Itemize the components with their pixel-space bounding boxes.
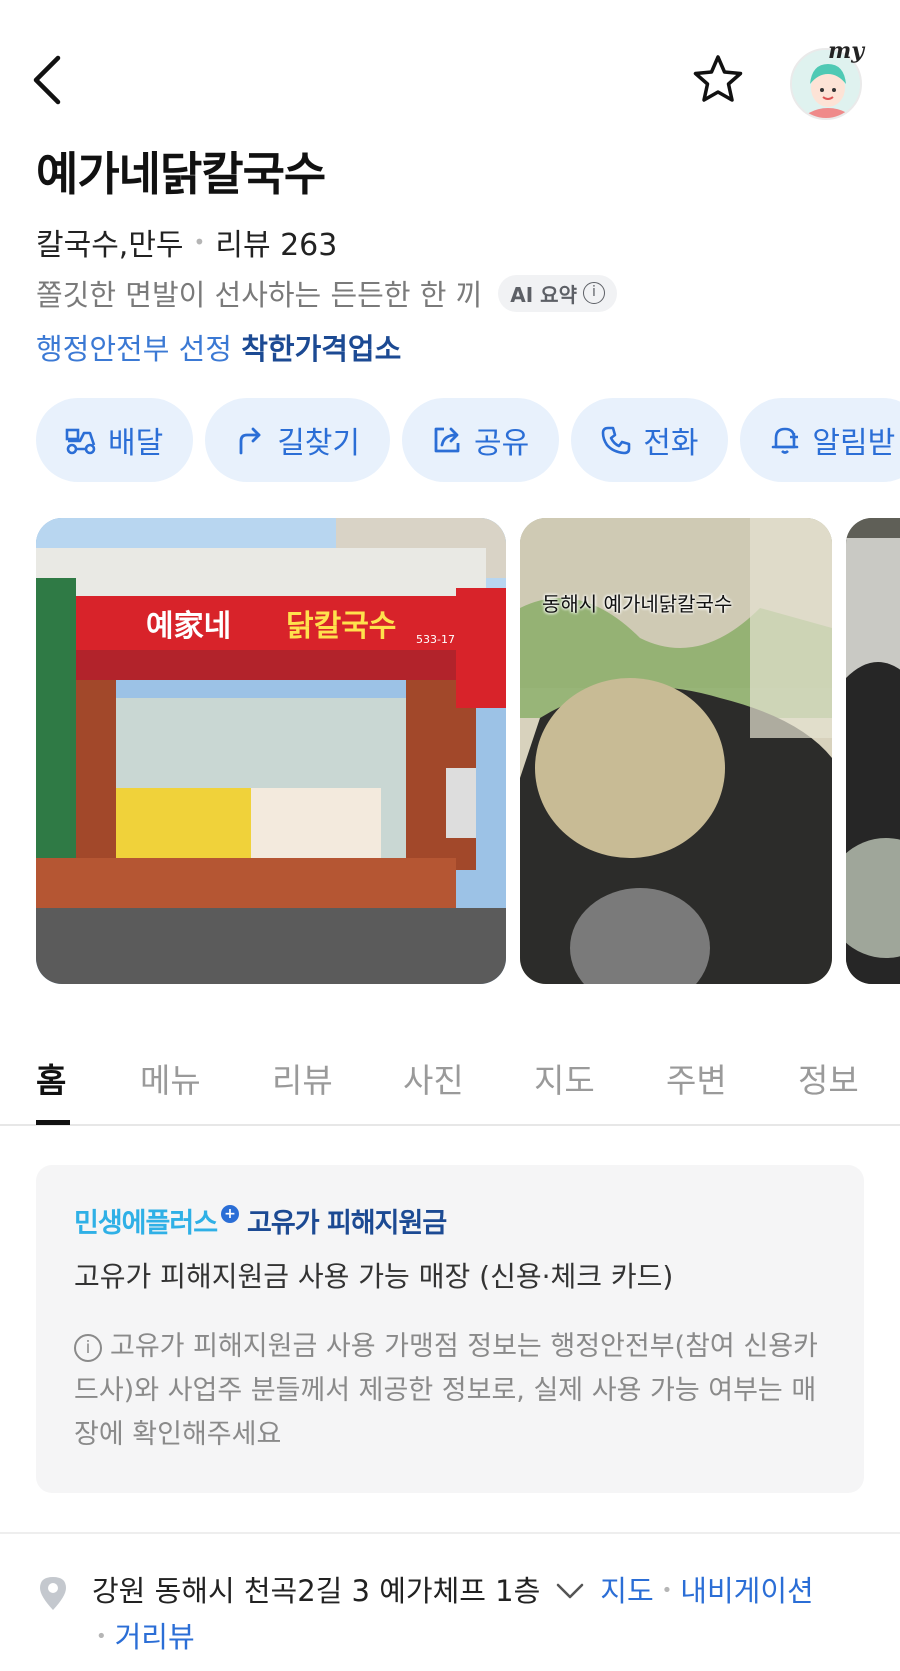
tab-nearby[interactable]: 주변: [666, 1054, 727, 1102]
call-button[interactable]: 전화: [571, 398, 729, 482]
section-divider: [0, 1532, 900, 1534]
delivery-button[interactable]: 배달: [36, 398, 194, 482]
tab-bar: 홈 메뉴 리뷰 사진 지도 주변 정보: [0, 1040, 900, 1126]
info-icon: i: [582, 282, 605, 304]
directions-icon: [239, 427, 261, 455]
delivery-icon: [65, 428, 96, 455]
chevron-down-icon[interactable]: [550, 1576, 590, 1606]
food-photo[interactable]: 동해시 예가네닭칼국수: [520, 518, 832, 984]
notice-brand: 민생에플러스 + 고유가 피해지원금: [74, 1201, 447, 1240]
brand-secondary: 고유가 피해지원금: [247, 1208, 447, 1239]
notify-button[interactable]: 알림받: [740, 398, 900, 482]
tab-home[interactable]: 홈: [36, 1054, 66, 1102]
ai-summary: 쫄깃한 면발이 선사하는 든든한 한 끼 AI 요약 i: [36, 272, 617, 314]
top-bar: my: [0, 0, 900, 150]
separator-dot: •: [96, 1626, 107, 1647]
address-line: 강원 동해시 천곡2길 3 예가체프 1층 지도 • 내비게이션: [92, 1568, 814, 1614]
share-icon: [434, 427, 460, 453]
my-profile-button[interactable]: my: [786, 38, 866, 120]
brand-primary: 민생에플러스: [74, 1208, 218, 1239]
address-text: 강원 동해시 천곡2길 3 예가체프 1층: [92, 1574, 541, 1608]
ai-badge-label: AI 요약: [510, 282, 577, 307]
storefront-photo[interactable]: 예家네 닭칼국수 533-1712: [36, 518, 506, 984]
share-label: 공유: [474, 426, 530, 461]
call-label: 전화: [643, 426, 699, 461]
tab-photo[interactable]: 사진: [403, 1054, 464, 1102]
my-label: my: [828, 38, 865, 64]
tab-review[interactable]: 리뷰: [272, 1054, 333, 1102]
notice-headline: 고유가 피해지원금 사용 가능 매장 (신용·체크 카드): [74, 1260, 674, 1293]
notify-label: 알림받: [812, 426, 896, 461]
notice-info-text: 고유가 피해지원금 사용 가맹점 정보는 행정안전부(참여 신용카드사)와 사업…: [74, 1331, 818, 1450]
partial-food-image: [846, 518, 900, 984]
category-label: 칼국수,만두: [36, 228, 184, 263]
location-pin-icon: [40, 1577, 66, 1610]
gov-highlight: 착한가격업소: [241, 332, 402, 366]
plus-icon: +: [221, 1204, 240, 1223]
action-buttons: 배달 길찾기 공유 전화 알림받: [36, 398, 900, 482]
directions-label: 길찾기: [277, 426, 361, 461]
place-meta: 칼국수,만두 • 리뷰 263: [36, 220, 337, 264]
active-tab-indicator: [36, 1120, 70, 1125]
support-fund-notice: 민생에플러스 + 고유가 피해지원금 고유가 피해지원금 사용 가능 매장 (신…: [36, 1165, 864, 1493]
gov-prefix: 행정안전부 선정: [36, 332, 232, 366]
phone-icon: [601, 426, 631, 455]
map-link[interactable]: 지도: [600, 1568, 653, 1614]
ai-summary-badge[interactable]: AI 요약 i: [498, 274, 617, 312]
back-button[interactable]: [28, 52, 76, 108]
review-count-link[interactable]: 리뷰 263: [215, 220, 337, 264]
photo-caption: 동해시 예가네닭칼국수: [542, 592, 733, 616]
sign-sub-text: 닭칼국수: [286, 609, 396, 644]
back-arrow-icon: [33, 55, 61, 105]
navigation-link[interactable]: 내비게이션: [680, 1568, 813, 1614]
tab-info[interactable]: 정보: [798, 1054, 859, 1102]
separator-dot: •: [193, 230, 206, 254]
storefront-image: 예家네 닭칼국수 533-1712: [36, 518, 506, 984]
info-icon: i: [74, 1334, 102, 1362]
star-icon: [693, 55, 743, 102]
sign-main-text: 예家네: [146, 609, 231, 644]
delivery-label: 배달: [108, 426, 164, 461]
street-view-link[interactable]: 거리뷰: [115, 1614, 195, 1660]
directions-button[interactable]: 길찾기: [205, 398, 391, 482]
bell-icon: [772, 427, 799, 454]
separator-dot: •: [661, 1580, 673, 1601]
tab-menu[interactable]: 메뉴: [140, 1054, 201, 1102]
summary-text: 쫄깃한 면발이 선사하는 든든한 한 끼: [36, 278, 483, 312]
more-photo[interactable]: [846, 518, 900, 984]
place-title: 예가네닭칼국수: [36, 147, 326, 201]
favorite-button[interactable]: [690, 52, 746, 108]
gov-certification[interactable]: 행정안전부 선정 착한가격업소: [36, 326, 401, 368]
notice-info: i 고유가 피해지원금 사용 가맹점 정보는 행정안전부(참여 신용카드사)와 사…: [74, 1325, 834, 1457]
address-line-2: • 거리뷰: [88, 1614, 195, 1660]
share-button[interactable]: 공유: [402, 398, 560, 482]
tab-map[interactable]: 지도: [534, 1054, 595, 1102]
